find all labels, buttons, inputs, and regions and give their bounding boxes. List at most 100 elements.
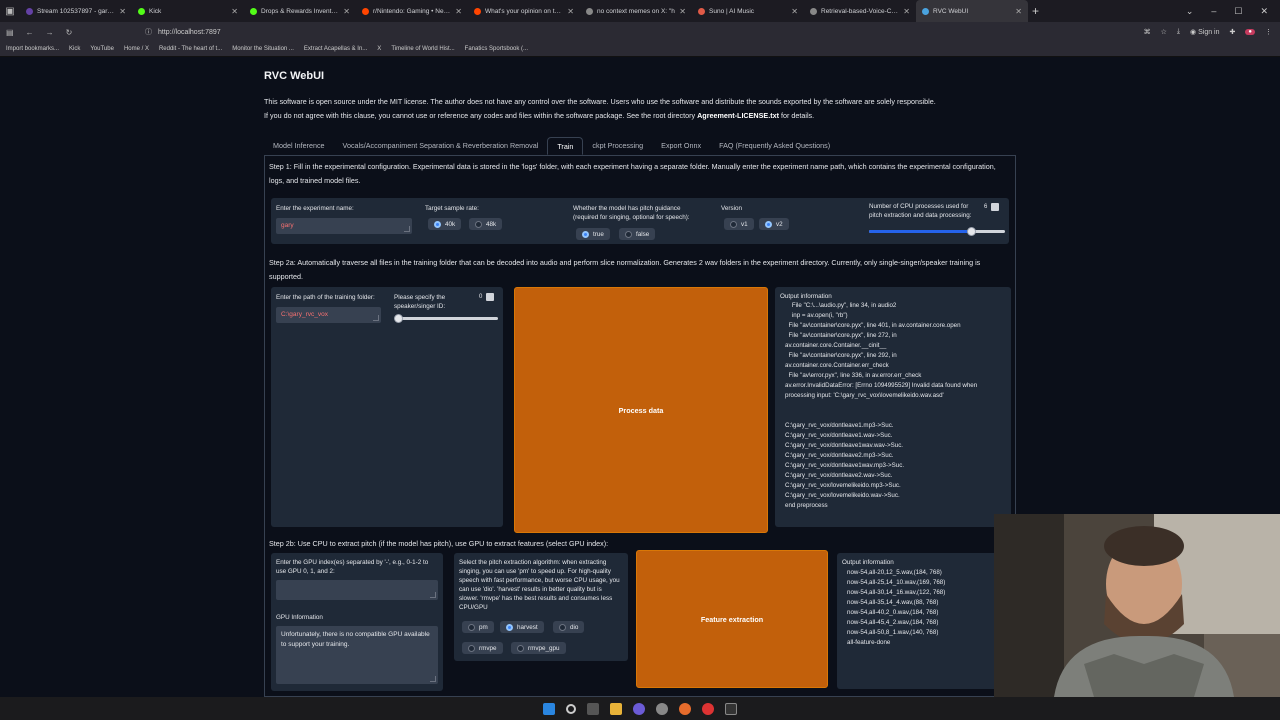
sample-rate-48k[interactable]: 48k <box>469 218 503 230</box>
bookmark-star-icon[interactable]: ☆ <box>1161 28 1167 36</box>
tab-export-onnx[interactable]: Export Onnx <box>652 137 710 155</box>
bookmark-item[interactable]: X <box>377 46 381 52</box>
bookmark-item[interactable]: Kick <box>69 46 80 52</box>
file-explorer-icon[interactable] <box>610 702 622 715</box>
browser-tab[interactable]: RVC WebUI ✕ <box>916 0 1028 22</box>
resize-grip-icon[interactable] <box>373 315 379 321</box>
browser-tab-title: Retrieval-based-Voice-Conve <box>821 7 900 15</box>
close-tab-icon[interactable]: ✕ <box>679 7 686 16</box>
algo-pm[interactable]: pm <box>462 621 494 633</box>
cpu-processes-slider[interactable] <box>869 230 1005 233</box>
firefox-icon[interactable] <box>679 702 691 715</box>
maximize-icon[interactable]: ☐ <box>1234 6 1242 17</box>
reload-icon[interactable]: ↻ <box>66 28 73 37</box>
cpu-processes-value[interactable]: 6 <box>984 204 987 210</box>
bookmark-item[interactable]: Monitor the Situation ... <box>232 46 294 52</box>
browser-tab[interactable]: Kick ✕ <box>132 0 244 22</box>
close-window-icon[interactable]: ✕ <box>1260 6 1268 17</box>
start-icon[interactable] <box>543 702 555 715</box>
speaker-id-slider[interactable] <box>398 317 498 320</box>
back-icon[interactable]: ← <box>26 28 34 37</box>
browser-tab[interactable]: Stream 102537897 - garydavid ✕ <box>20 0 132 22</box>
process-data-button[interactable]: Process data <box>514 287 768 533</box>
resize-grip-icon[interactable] <box>430 676 436 682</box>
tab-vocals-accompaniment-separation-reverberation-removal[interactable]: Vocals/Accompaniment Separation & Reverb… <box>334 137 548 155</box>
tab-faq-frequently-asked-questions[interactable]: FAQ (Frequently Asked Questions) <box>710 137 839 155</box>
bookmark-item[interactable]: YouTube <box>90 46 114 52</box>
bookmark-item[interactable]: Import bookmarks... <box>6 46 59 52</box>
tab-list-icon[interactable]: ⌄ <box>1186 6 1194 17</box>
gpu-info-box[interactable]: Unfortunately, there is no compatible GP… <box>276 626 438 684</box>
close-tab-icon[interactable]: ✕ <box>231 7 238 16</box>
browser-tab[interactable]: no context memes on X: "h ✕ <box>580 0 692 22</box>
download-icon[interactable]: ⤓ <box>1177 28 1180 36</box>
browser-tab[interactable]: r/Nintendo: Gaming • News • D✕ <box>356 0 468 22</box>
algo-dio[interactable]: dio <box>553 621 585 633</box>
reset-icon[interactable] <box>486 293 494 301</box>
new-tab-icon[interactable]: + <box>1032 4 1039 18</box>
version-v2[interactable]: v2 <box>759 218 789 230</box>
app-icon[interactable] <box>633 702 645 715</box>
algo-rmvpe[interactable]: rmvpe <box>462 642 503 654</box>
sign-in-button[interactable]: ◉ Sign in <box>1190 28 1219 36</box>
gpu-index-input[interactable] <box>276 580 438 600</box>
browser-tab[interactable]: Retrieval-based-Voice-Conve ✕ <box>804 0 916 22</box>
training-folder-input[interactable]: C:\gary_rvc_vox <box>276 307 381 323</box>
sample-rate-40k[interactable]: 40k <box>428 218 462 230</box>
bookmark-item[interactable]: Reddit - The heart of t... <box>159 46 222 52</box>
feature-extraction-button[interactable]: Feature extraction <box>636 550 828 688</box>
bookmark-item[interactable]: Timeline of World Hist... <box>391 46 454 52</box>
task-view-icon[interactable] <box>587 702 599 715</box>
license-line-2-pre: If you do not agree with this clause, yo… <box>264 111 698 120</box>
algo-rmvpe-gpu[interactable]: rmvpe_gpu <box>511 642 566 654</box>
sidebar-icon[interactable]: ▤ <box>6 28 14 37</box>
terminal-icon[interactable] <box>725 702 737 715</box>
browser-tab[interactable]: Suno | AI Music ✕ <box>692 0 804 22</box>
pitch-false[interactable]: false <box>619 228 656 240</box>
site-info-icon[interactable]: ⓘ <box>145 27 152 37</box>
close-tab-icon[interactable]: ✕ <box>903 7 910 16</box>
close-tab-icon[interactable]: ✕ <box>791 7 798 16</box>
step2a-output-text[interactable]: File "C:\...\audio.py", line 34, in audi… <box>785 301 1007 511</box>
version-v1[interactable]: v1 <box>724 218 754 230</box>
profile-avatar[interactable]: ● <box>1245 29 1255 35</box>
window-controls: ⌄ – ☐ ✕ <box>1186 0 1280 22</box>
resize-grip-icon[interactable] <box>430 592 436 598</box>
close-tab-icon[interactable]: ✕ <box>1015 7 1022 16</box>
license-file-name: Agreement-LICENSE.txt <box>697 111 779 120</box>
tab-model-inference[interactable]: Model Inference <box>264 137 334 155</box>
tab-train[interactable]: Train <box>547 137 584 155</box>
pitch-true[interactable]: true <box>576 228 610 240</box>
close-tab-icon[interactable]: ✕ <box>343 7 350 16</box>
exp-name-input[interactable]: gary <box>276 218 412 234</box>
radio-unselected-icon <box>468 623 475 631</box>
search-icon[interactable] <box>566 703 576 714</box>
algo-harvest[interactable]: harvest <box>500 621 544 633</box>
speaker-id-value[interactable]: 0 <box>479 294 482 300</box>
close-tab-icon[interactable]: ✕ <box>119 7 126 16</box>
sidebar-toggle-icon[interactable]: ▣ <box>0 0 20 22</box>
menu-icon[interactable]: ⋮ <box>1265 28 1272 36</box>
minimize-icon[interactable]: – <box>1211 6 1216 16</box>
cpu-slider-thumb[interactable] <box>967 227 976 236</box>
tab-ckpt-processing[interactable]: ckpt Processing <box>583 137 652 155</box>
extensions-icon[interactable]: ✚ <box>1230 28 1236 36</box>
bookmark-item[interactable]: Fanatics Sportsbook (... <box>465 46 528 52</box>
speaker-slider-thumb[interactable] <box>394 314 403 323</box>
step2b-output-text[interactable]: now-54,all-20,12_5.wav,(184, 768) now-54… <box>847 568 1007 678</box>
resize-grip-icon[interactable] <box>404 226 410 232</box>
step2a-output-label: Output information <box>780 293 832 300</box>
translate-icon[interactable]: ⌘ <box>1144 28 1151 36</box>
forward-icon[interactable]: → <box>46 28 54 37</box>
browser-tab[interactable]: What's your opinion on the Na ✕ <box>468 0 580 22</box>
bookmark-item[interactable]: Extract Acapellas & In... <box>304 46 367 52</box>
address-bar[interactable]: ⓘ http://localhost:7897 <box>145 24 1105 40</box>
reset-icon[interactable] <box>991 203 999 211</box>
bookmark-item[interactable]: Home / X <box>124 46 149 52</box>
settings-icon[interactable] <box>656 702 668 715</box>
obs-icon[interactable] <box>702 702 714 715</box>
close-tab-icon[interactable]: ✕ <box>455 7 462 16</box>
url-text[interactable]: http://localhost:7897 <box>158 29 221 36</box>
close-tab-icon[interactable]: ✕ <box>567 7 574 16</box>
browser-tab[interactable]: Drops & Rewards Inventory - K✕ <box>244 0 356 22</box>
